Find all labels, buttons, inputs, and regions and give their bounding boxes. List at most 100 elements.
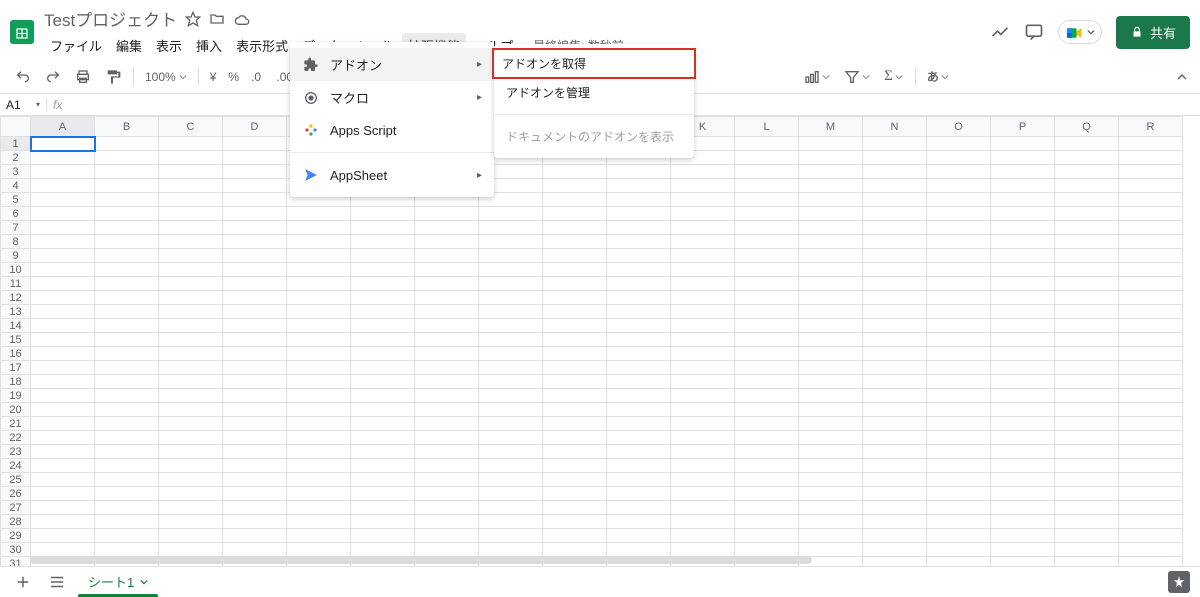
cell[interactable] <box>1119 249 1183 263</box>
row-header[interactable]: 11 <box>1 277 31 291</box>
cell[interactable] <box>735 487 799 501</box>
row-header[interactable]: 21 <box>1 417 31 431</box>
cell[interactable] <box>735 431 799 445</box>
cell[interactable] <box>863 403 927 417</box>
cell[interactable] <box>927 389 991 403</box>
cell[interactable] <box>95 501 159 515</box>
cell[interactable] <box>351 403 415 417</box>
input-tools-button[interactable]: あ <box>923 68 953 85</box>
cell[interactable] <box>223 151 287 165</box>
cell[interactable] <box>287 459 351 473</box>
cell[interactable] <box>95 431 159 445</box>
cell[interactable] <box>863 473 927 487</box>
cell[interactable] <box>863 207 927 221</box>
add-sheet-button[interactable] <box>10 569 36 595</box>
cell[interactable] <box>543 193 607 207</box>
cell[interactable] <box>159 165 223 179</box>
cell[interactable] <box>159 501 223 515</box>
cell[interactable] <box>991 151 1055 165</box>
cell[interactable] <box>1055 347 1119 361</box>
cell[interactable] <box>159 221 223 235</box>
cell[interactable] <box>799 375 863 389</box>
cell[interactable] <box>671 473 735 487</box>
cell[interactable] <box>927 403 991 417</box>
cell[interactable] <box>1055 543 1119 557</box>
cell[interactable] <box>223 291 287 305</box>
cell[interactable] <box>223 347 287 361</box>
cell[interactable] <box>95 249 159 263</box>
cell[interactable] <box>31 207 95 221</box>
cell[interactable] <box>607 473 671 487</box>
horizontal-scrollbar[interactable] <box>30 556 1180 566</box>
cell[interactable] <box>799 151 863 165</box>
cell[interactable] <box>735 277 799 291</box>
cell[interactable] <box>927 193 991 207</box>
cell[interactable] <box>351 207 415 221</box>
cell[interactable] <box>863 305 927 319</box>
cell[interactable] <box>287 347 351 361</box>
sheets-logo[interactable] <box>10 20 34 44</box>
cell[interactable] <box>863 417 927 431</box>
cell[interactable] <box>1055 207 1119 221</box>
cell[interactable] <box>543 221 607 235</box>
cell[interactable] <box>351 375 415 389</box>
cell[interactable] <box>863 445 927 459</box>
cell[interactable] <box>415 417 479 431</box>
row-header[interactable]: 29 <box>1 529 31 543</box>
cell[interactable] <box>735 319 799 333</box>
addon-manage-item[interactable]: アドオンを管理 <box>494 77 694 108</box>
cell[interactable] <box>991 137 1055 151</box>
cell[interactable] <box>351 487 415 501</box>
cell[interactable] <box>1055 277 1119 291</box>
cell[interactable] <box>799 403 863 417</box>
cell[interactable] <box>607 375 671 389</box>
cell[interactable] <box>863 151 927 165</box>
cell[interactable] <box>863 543 927 557</box>
ext-appsheet-item[interactable]: AppSheet ▸ <box>290 159 494 191</box>
cell[interactable] <box>671 487 735 501</box>
cell[interactable] <box>1119 445 1183 459</box>
row-header[interactable]: 6 <box>1 207 31 221</box>
cell[interactable] <box>735 151 799 165</box>
cell[interactable] <box>1119 529 1183 543</box>
cell[interactable] <box>95 389 159 403</box>
explore-button[interactable] <box>1168 571 1190 593</box>
cell[interactable] <box>31 459 95 473</box>
menu-insert[interactable]: 挿入 <box>190 33 228 58</box>
cell[interactable] <box>31 417 95 431</box>
sheet-tab-1[interactable]: シート1 <box>78 567 158 596</box>
cell[interactable] <box>671 277 735 291</box>
cell[interactable] <box>1055 333 1119 347</box>
cell[interactable] <box>159 375 223 389</box>
star-icon[interactable] <box>185 11 201 27</box>
cell[interactable] <box>223 529 287 543</box>
cell[interactable] <box>607 319 671 333</box>
cell[interactable] <box>543 543 607 557</box>
cell[interactable] <box>927 165 991 179</box>
cell[interactable] <box>31 347 95 361</box>
cell[interactable] <box>671 375 735 389</box>
row-header[interactable]: 26 <box>1 487 31 501</box>
cell[interactable] <box>1055 403 1119 417</box>
cell[interactable] <box>159 515 223 529</box>
cell[interactable] <box>671 459 735 473</box>
cell[interactable] <box>223 305 287 319</box>
cell[interactable] <box>159 277 223 291</box>
cell[interactable] <box>671 529 735 543</box>
cell[interactable] <box>31 487 95 501</box>
cell[interactable] <box>863 529 927 543</box>
undo-button[interactable] <box>10 65 36 89</box>
cell[interactable] <box>159 151 223 165</box>
cell[interactable] <box>31 431 95 445</box>
row-header[interactable]: 22 <box>1 431 31 445</box>
cell[interactable] <box>991 193 1055 207</box>
cell[interactable] <box>927 137 991 151</box>
cell[interactable] <box>159 235 223 249</box>
cell[interactable] <box>351 291 415 305</box>
cell[interactable] <box>863 515 927 529</box>
row-header[interactable]: 30 <box>1 543 31 557</box>
cell[interactable] <box>415 543 479 557</box>
cell[interactable] <box>671 431 735 445</box>
cell[interactable] <box>991 333 1055 347</box>
cell[interactable] <box>543 207 607 221</box>
